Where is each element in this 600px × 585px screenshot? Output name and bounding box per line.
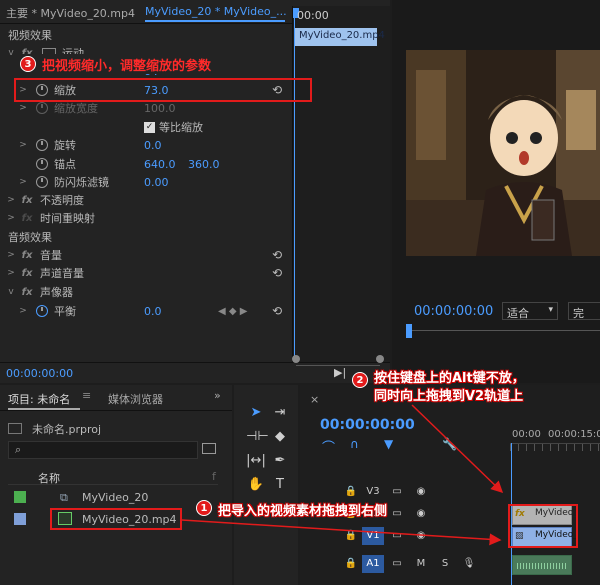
annotation-arrows	[181, 404, 504, 546]
